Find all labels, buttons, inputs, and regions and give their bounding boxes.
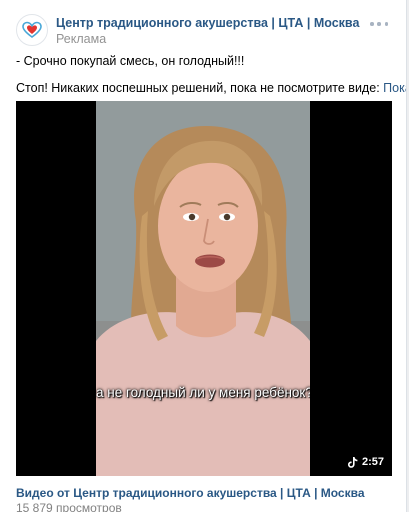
post-text-line-1: - Срочно покупай смесь, он голодный!!!	[16, 54, 245, 68]
avatar[interactable]	[16, 14, 48, 46]
post-card: Центр традиционного акушерства | ЦТА | М…	[0, 0, 407, 512]
more-dots-icon[interactable]	[370, 20, 388, 28]
video-player[interactable]: а не голодный ли у меня ребёнок? 2:57	[16, 101, 392, 476]
post-author-link[interactable]: Центр традиционного акушерства | ЦТА | М…	[56, 15, 359, 31]
post-text-line-2: Стоп! Никаких поспешных решений, пока не…	[16, 80, 406, 96]
video-footer: Видео от Центр традиционного акушерства …	[16, 486, 365, 512]
ad-label: Реклама	[56, 32, 107, 46]
video-title-link[interactable]: Видео от Центр традиционного акушерства …	[16, 486, 365, 500]
video-duration: 2:57	[347, 456, 384, 468]
video-views-count: 15 879 просмотров	[16, 501, 122, 512]
show-more-link[interactable]: Показать ещё	[383, 81, 406, 95]
post-header: Центр традиционного акушерства | ЦТА | М…	[16, 14, 394, 50]
post-text-line-2-content: Стоп! Никаких поспешных решений, пока не…	[16, 81, 377, 95]
heart-logo-icon	[22, 21, 42, 38]
video-thumbnail	[96, 101, 310, 476]
tiktok-icon	[347, 456, 358, 468]
video-duration-text: 2:57	[361, 456, 384, 468]
video-subtitle: а не голодный ли у меня ребёнок?	[96, 385, 310, 400]
video-frame: а не голодный ли у меня ребёнок?	[96, 101, 310, 476]
